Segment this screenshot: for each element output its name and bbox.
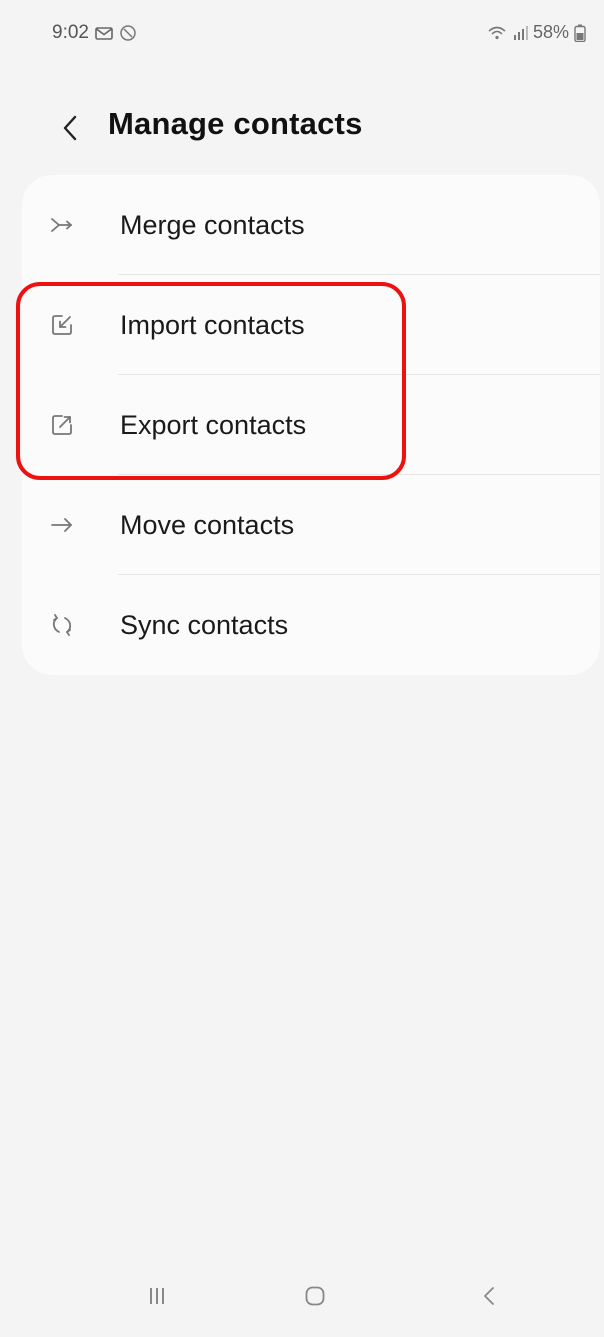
wifi-icon: [487, 25, 507, 41]
mail-icon: [95, 26, 113, 41]
nav-back-button[interactable]: [464, 1278, 514, 1318]
menu-item-label: Move contacts: [120, 510, 295, 540]
status-bar: 9:02 58%: [0, 0, 604, 60]
recent-apps-icon: [148, 1286, 166, 1311]
battery-icon: [574, 24, 586, 42]
menu-item-move-contacts[interactable]: Move contacts: [22, 475, 600, 575]
menu-item-label: Sync contacts: [120, 610, 289, 640]
home-button[interactable]: [290, 1278, 340, 1318]
back-icon: [482, 1285, 496, 1312]
recent-apps-button[interactable]: [132, 1278, 182, 1318]
chevron-left-icon: [62, 115, 78, 146]
navigation-bar: [0, 1270, 604, 1330]
page-title: Manage contacts: [108, 106, 363, 141]
arrow-right-icon: [50, 513, 74, 537]
back-button[interactable]: [52, 108, 88, 152]
status-left: 9:02: [52, 22, 137, 44]
blocked-circle-icon: [119, 24, 137, 42]
merge-icon: [50, 213, 74, 237]
menu-item-sync-contacts[interactable]: Sync contacts: [22, 575, 600, 675]
menu-item-label: Merge contacts: [120, 210, 305, 240]
status-time: 9:02: [52, 22, 89, 43]
app-header: Manage contacts: [0, 100, 604, 160]
menu-item-merge-contacts[interactable]: Merge contacts: [22, 175, 600, 275]
battery-percent: 58%: [532, 22, 569, 42]
signal-icon: [512, 25, 528, 41]
home-icon: [304, 1285, 326, 1312]
sync-icon: [50, 613, 74, 637]
status-right: 58%: [487, 22, 586, 43]
highlight-annotation: [16, 282, 406, 480]
